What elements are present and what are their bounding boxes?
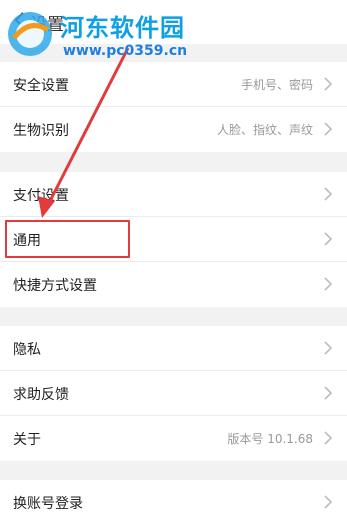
row-label: 换账号登录 <box>13 496 83 512</box>
settings-group-app: 支付设置 通用 快捷方式设置 <box>0 172 347 307</box>
row-value: 手机号、密码 <box>240 78 313 92</box>
row-value: 人脸、指纹、声纹 <box>216 123 313 137</box>
row-shortcut-settings[interactable]: 快捷方式设置 <box>0 262 347 307</box>
row-payment-settings[interactable]: 支付设置 <box>0 172 347 217</box>
chevron-right-icon <box>321 494 335 510</box>
row-label: 求助反馈 <box>13 387 69 403</box>
row-about[interactable]: 关于 版本号 10.1.68 <box>0 416 347 461</box>
row-label: 支付设置 <box>13 188 69 204</box>
chevron-right-icon <box>321 276 335 292</box>
chevron-right-icon <box>321 385 335 401</box>
top-bar: 设置 <box>0 0 347 44</box>
settings-group-account-switch: 换账号登录 <box>0 480 347 520</box>
row-security-settings[interactable]: 安全设置 手机号、密码 <box>0 62 347 107</box>
row-help-feedback[interactable]: 求助反馈 <box>0 371 347 416</box>
chevron-right-icon <box>321 76 335 92</box>
chevron-right-icon <box>321 231 335 247</box>
row-switch-account[interactable]: 换账号登录 <box>0 480 347 520</box>
back-arrow-icon[interactable] <box>10 10 30 30</box>
row-label: 通用 <box>13 233 41 249</box>
row-biometrics[interactable]: 生物识别 人脸、指纹、声纹 <box>0 107 347 152</box>
row-label: 关于 <box>13 432 41 448</box>
row-label: 安全设置 <box>13 78 69 94</box>
row-label: 生物识别 <box>13 123 69 139</box>
chevron-right-icon <box>321 340 335 356</box>
row-label: 快捷方式设置 <box>13 278 97 294</box>
row-label: 隐私 <box>13 342 41 358</box>
chevron-right-icon <box>321 430 335 446</box>
settings-group-support: 隐私 求助反馈 关于 版本号 10.1.68 <box>0 326 347 461</box>
page-title: 设置 <box>30 15 64 35</box>
chevron-right-icon <box>321 121 335 137</box>
watermark-url: www.pc0359.cn <box>63 43 188 59</box>
row-value: 版本号 10.1.68 <box>227 432 313 446</box>
row-privacy[interactable]: 隐私 <box>0 326 347 371</box>
chevron-right-icon <box>321 186 335 202</box>
row-general[interactable]: 通用 <box>0 217 347 262</box>
settings-group-account: 安全设置 手机号、密码 生物识别 人脸、指纹、声纹 <box>0 62 347 152</box>
